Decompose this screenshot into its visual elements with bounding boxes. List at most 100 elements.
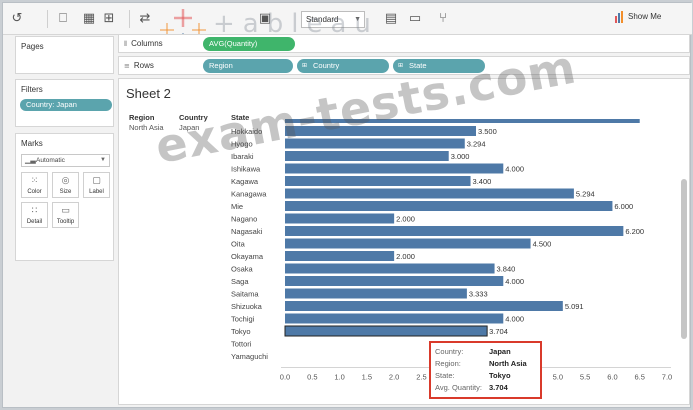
bar[interactable] xyxy=(285,176,471,186)
toolbar-divider xyxy=(129,10,130,28)
bar[interactable] xyxy=(285,126,476,136)
show-cards-icon[interactable]: ▤ xyxy=(381,9,401,29)
color-label: Color xyxy=(27,189,42,195)
state-label[interactable]: Kagawa xyxy=(231,177,259,186)
bar[interactable] xyxy=(285,213,395,224)
new-datasource-icon[interactable]: ⎕ xyxy=(53,9,73,29)
bar-value-label: 4.000 xyxy=(505,315,524,324)
bar[interactable] xyxy=(284,325,488,337)
size-label: Size xyxy=(59,189,72,195)
rows-pill-state-label: State xyxy=(409,61,427,70)
bar-value-label: 3.704 xyxy=(489,327,508,336)
state-label[interactable]: Kanagawa xyxy=(231,190,267,199)
filter-pill-country[interactable]: Country: Japan xyxy=(20,99,112,111)
state-label[interactable]: Ibaraki xyxy=(231,152,254,161)
swap-icon[interactable]: ⇄ xyxy=(135,9,155,29)
bar-value-label: 4.000 xyxy=(505,277,524,286)
state-label[interactable]: Tottori xyxy=(231,340,252,349)
bar[interactable] xyxy=(285,288,467,299)
state-label[interactable]: Shizuoka xyxy=(231,302,263,311)
rows-pill-region[interactable]: Region xyxy=(203,59,293,73)
vertical-scrollbar[interactable] xyxy=(681,179,687,339)
bar[interactable] xyxy=(285,151,449,161)
state-label[interactable]: Saga xyxy=(231,277,249,286)
tooltip-row: Region: North Asia xyxy=(435,359,527,368)
bar[interactable] xyxy=(285,263,495,274)
columns-shelf-label: ⦀ Columns xyxy=(124,39,163,49)
bar[interactable] xyxy=(285,138,465,149)
tooltip-button[interactable]: ▭ Tooltip xyxy=(52,202,79,228)
x-tick-label: 5.5 xyxy=(580,373,590,382)
rows-pill-state[interactable]: ⊞ State xyxy=(393,59,485,73)
state-label[interactable]: Nagano xyxy=(231,215,257,224)
bar[interactable] xyxy=(285,301,563,311)
size-button[interactable]: ◎ Size xyxy=(52,172,79,198)
bar[interactable] xyxy=(285,201,613,211)
columns-icon: ⦀ xyxy=(124,40,128,48)
filters-shelf[interactable]: Filters Country: Japan xyxy=(15,79,114,127)
rows-pill-country[interactable]: ⊞ Country xyxy=(297,59,389,73)
bar-partial[interactable] xyxy=(285,119,640,123)
state-label[interactable]: Nagasaki xyxy=(231,227,263,236)
state-label[interactable]: Tochigi xyxy=(231,315,255,324)
tooltip-value: Japan xyxy=(489,347,511,356)
bar-value-label: 5.294 xyxy=(576,190,595,199)
label-button[interactable]: ▢ Label xyxy=(83,172,110,198)
tooltip-popup: Country: Japan Region: North Asia State: To… xyxy=(429,341,542,399)
x-tick-label: 1.5 xyxy=(362,373,372,382)
bar[interactable] xyxy=(285,238,531,249)
tooltip-row: Country: Japan xyxy=(435,347,511,356)
presentation-icon[interactable]: ▭ xyxy=(405,9,425,29)
bar[interactable] xyxy=(285,163,504,174)
bar-value-label: 6.000 xyxy=(614,202,633,211)
state-label[interactable]: Saitama xyxy=(231,290,259,299)
tooltip-row: Avg. Quantity: 3.704 xyxy=(435,383,508,392)
state-label[interactable]: Hyogo xyxy=(231,140,253,149)
mark-type-dropdown[interactable]: ▁▃ Automatic ▼ xyxy=(21,154,110,167)
rows-shelf[interactable]: ≡ Rows Region ⊞ Country ⊞ State xyxy=(118,56,690,75)
x-tick-label: 6.5 xyxy=(634,373,644,382)
bar-chart-icon: ▁▃ xyxy=(25,157,36,164)
bar[interactable] xyxy=(285,313,504,324)
share-icon[interactable]: ⑂ xyxy=(433,9,453,29)
bar-value-label: 2.000 xyxy=(396,252,415,261)
tooltip-key: Avg. Quantity: xyxy=(435,383,482,392)
chevron-down-icon: ▼ xyxy=(100,157,106,163)
clear-sheet-icon[interactable]: ⊞ xyxy=(99,9,119,29)
detail-button[interactable]: ∷ Detail xyxy=(21,202,48,228)
bar[interactable] xyxy=(285,276,504,286)
state-label[interactable]: Hokkaido xyxy=(231,127,262,136)
rows-label-text: Rows xyxy=(133,61,154,70)
tooltip-row: State: Tokyo xyxy=(435,371,511,380)
state-label[interactable]: Osaka xyxy=(231,265,254,274)
state-label[interactable]: Tokyo xyxy=(231,327,251,336)
bar-value-label: 3.400 xyxy=(473,177,492,186)
bar[interactable] xyxy=(285,251,395,261)
state-label[interactable]: Yamaguchi xyxy=(231,352,268,361)
tooltip-icon: ▭ xyxy=(61,206,70,216)
state-label[interactable]: Ishikawa xyxy=(231,165,261,174)
marks-title: Marks xyxy=(21,139,43,148)
state-label[interactable]: Okayama xyxy=(231,252,264,261)
x-tick-label: 0.5 xyxy=(307,373,317,382)
columns-pill-avg-quantity[interactable]: AVG(Quantity) xyxy=(203,37,295,51)
bar-value-label: 4.500 xyxy=(533,240,552,249)
color-button[interactable]: ⁙ Color xyxy=(21,172,48,198)
bar[interactable] xyxy=(285,226,624,236)
bar-value-label: 2.000 xyxy=(396,215,415,224)
geo-icon: ⊞ xyxy=(398,62,404,69)
columns-shelf[interactable]: ⦀ Columns AVG(Quantity) xyxy=(118,34,690,53)
state-label[interactable]: Mie xyxy=(231,202,243,211)
toolbar-divider xyxy=(47,10,48,28)
x-tick-label: 0.0 xyxy=(280,373,290,382)
new-sheet-icon[interactable]: ▦ xyxy=(79,9,99,29)
state-label[interactable]: Oita xyxy=(231,240,246,249)
undo-icon[interactable]: ↺ xyxy=(7,9,27,29)
show-me-button[interactable]: Show Me xyxy=(628,12,661,21)
bar-value-label: 5.091 xyxy=(565,302,584,311)
bar[interactable] xyxy=(285,188,574,199)
bar-value-label: 3.840 xyxy=(497,265,516,274)
pages-shelf[interactable]: Pages xyxy=(15,36,114,74)
bar-value-label: 3.333 xyxy=(469,290,488,299)
tooltip-key: Country: xyxy=(435,347,464,356)
